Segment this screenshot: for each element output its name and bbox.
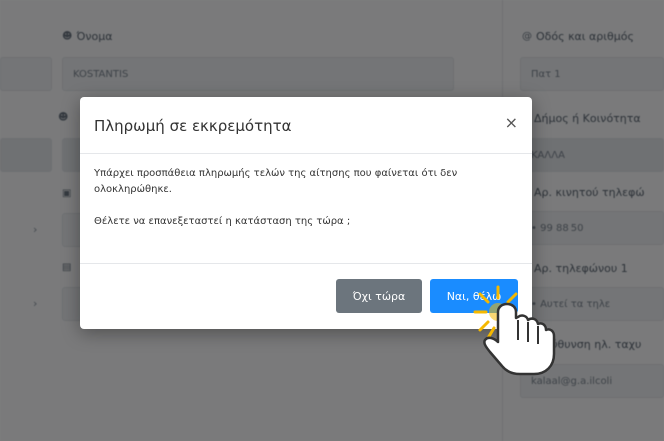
modal-question: Θέλετε να επανεξεταστεί η κατάσταση της … [94,216,351,227]
modal-message: Υπάρχει προσπάθεια πληρωμής τελών της αί… [94,168,458,195]
modal-header: Πληρωμή σε εκκρεμότητα × [80,97,532,154]
modal-title: Πληρωμή σε εκκρεμότητα [94,117,292,135]
close-icon[interactable]: × [505,115,518,131]
not-now-button[interactable]: Όχι τώρα [336,279,422,313]
modal-body: Υπάρχει προσπάθεια πληρωμής τελών της αί… [80,154,532,264]
pointing-hand-cursor-icon [473,285,556,376]
